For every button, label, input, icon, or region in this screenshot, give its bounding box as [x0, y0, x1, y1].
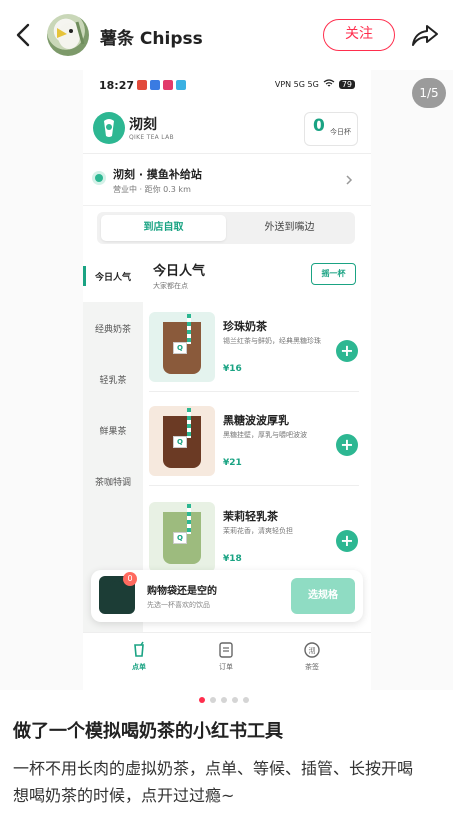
cup-count-label: 今日杯	[330, 128, 351, 136]
bottom-nav: 点单 订单 沏 茶签	[83, 632, 371, 690]
category-item[interactable]: 今日人气	[83, 270, 143, 283]
product-card[interactable]: Q 珍珠奶茶 锡兰红茶与鲜奶，经典黑糖珍珠 ¥16 +	[149, 312, 359, 392]
chevron-right-icon	[345, 174, 353, 189]
product-name: 茉莉轻乳茶	[223, 510, 278, 523]
add-icon[interactable]: +	[336, 340, 358, 362]
cart-count-badge: 0	[123, 572, 137, 586]
product-price: ¥18	[223, 554, 242, 564]
order-mode-tabs: 到店自取 外送到嘴边	[97, 212, 355, 244]
category-item[interactable]: 鲜果茶	[83, 424, 143, 437]
cart-title: 购物袋还是空的	[147, 586, 217, 597]
category-item[interactable]: 轻乳茶	[83, 373, 143, 386]
post-title: 做了一个模拟喝奶茶的小红书工具	[13, 721, 283, 742]
carousel-dot[interactable]	[232, 697, 238, 703]
category-item[interactable]: 经典奶茶	[83, 322, 143, 335]
milk-tea-image: Q	[149, 312, 215, 382]
milk-tea-image: Q	[149, 406, 215, 476]
product-name: 珍珠奶茶	[223, 320, 267, 333]
cup-logo-icon: Q	[173, 436, 187, 448]
select-spec-button[interactable]: 选规格	[291, 578, 355, 614]
cart-subtitle: 先选一杯喜欢的饮品	[147, 601, 210, 609]
image-counter: 1/5	[412, 78, 446, 108]
app-notification-icon	[150, 80, 160, 90]
nav-label: 茶签	[305, 663, 319, 671]
store-selector[interactable]: 沏刻 · 摸鱼补给站 营业中 · 距你 0.3 km	[83, 156, 371, 206]
status-time: 18:27	[99, 79, 135, 92]
wifi-icon	[323, 79, 335, 90]
carousel-dot[interactable]	[210, 697, 216, 703]
straw-graphic	[187, 314, 191, 344]
product-name: 黑糖波波厚乳	[223, 414, 289, 427]
section-subtitle: 大家都在点	[153, 282, 188, 290]
nav-label: 点单	[132, 663, 146, 671]
product-desc: 黑糖挂壁，厚乳与嚼吧波波	[223, 431, 307, 439]
follow-button[interactable]: 关注	[323, 19, 395, 51]
app-notification-icon	[163, 80, 173, 90]
nav-orders[interactable]: 订单	[196, 641, 256, 672]
product-card[interactable]: Q 黑糖波波厚乳 黑糖挂壁，厚乳与嚼吧波波 ¥21 +	[149, 406, 359, 486]
brand-subtitle: QIKE TEA LAB	[129, 134, 174, 141]
store-meta: 营业中 · 距你 0.3 km	[113, 185, 191, 194]
product-price: ¥21	[223, 458, 242, 468]
add-icon[interactable]: +	[336, 434, 358, 456]
svg-text:沏: 沏	[309, 647, 316, 655]
phone-screenshot: 18:27 VPN 5G 5G 79 沏刻 QIKE TEA LAB 0 今日杯…	[83, 70, 371, 690]
top-bar: 薯条 Chipss 关注	[0, 0, 453, 70]
post-body-line: 想喝奶茶的时候，点开过过瘾~	[13, 786, 235, 805]
today-cup-counter[interactable]: 0 今日杯	[304, 112, 358, 146]
cart-bar[interactable]: 0 购物袋还是空的 先选一杯喜欢的饮品 选规格	[91, 570, 363, 622]
tab-delivery[interactable]: 外送到嘴边	[227, 215, 352, 241]
add-icon[interactable]: +	[336, 530, 358, 552]
section-title: 今日人气	[153, 264, 206, 279]
carousel-dots	[199, 697, 249, 703]
tea-tag-icon: 沏	[303, 641, 321, 659]
brand-name: 沏刻	[129, 117, 157, 133]
straw-graphic	[187, 504, 191, 534]
nav-label: 订单	[219, 663, 233, 671]
app-notification-icon	[137, 80, 147, 90]
post-body: 一杯不用长肉的虚拟奶茶，点单、等候、插管、长按开喝 想喝奶茶的时候，点开过过瘾~	[13, 755, 443, 809]
carousel-dot[interactable]	[221, 697, 227, 703]
product-price: ¥16	[223, 364, 242, 374]
store-status-dot	[95, 174, 103, 182]
straw-graphic	[187, 408, 191, 438]
nav-order[interactable]: 点单	[109, 641, 169, 672]
carousel-dot[interactable]	[199, 697, 205, 703]
store-name: 沏刻 · 摸鱼补给站	[113, 168, 202, 181]
nav-tea-tags[interactable]: 沏 茶签	[282, 641, 342, 672]
category-item[interactable]: 茶咖特调	[83, 475, 143, 488]
product-desc: 锡兰红茶与鲜奶，经典黑糖珍珠	[223, 337, 321, 345]
post-image[interactable]: 18:27 VPN 5G 5G 79 沏刻 QIKE TEA LAB 0 今日杯…	[0, 70, 453, 690]
share-icon[interactable]	[410, 20, 440, 50]
tab-pickup[interactable]: 到店自取	[101, 215, 226, 241]
cup-icon	[130, 641, 148, 659]
milk-tea-image: Q	[149, 502, 215, 572]
shake-button[interactable]: 摇一杯	[311, 263, 356, 285]
app-notification-icon	[176, 80, 186, 90]
status-app-icons	[137, 80, 186, 90]
cup-logo-icon: Q	[173, 532, 187, 544]
status-bar: 18:27 VPN 5G 5G 79	[83, 70, 371, 102]
back-icon[interactable]	[10, 20, 36, 50]
network-label: VPN 5G 5G	[274, 80, 319, 89]
brand-bar: 沏刻 QIKE TEA LAB 0 今日杯	[83, 102, 371, 154]
receipt-icon	[217, 641, 235, 659]
product-desc: 茉莉花香，清爽轻负担	[223, 527, 293, 535]
cup-logo-icon: Q	[173, 342, 187, 354]
username[interactable]: 薯条 Chipss	[100, 24, 203, 49]
battery-level: 79	[338, 80, 355, 89]
post-body-line: 一杯不用长肉的虚拟奶茶，点单、等候、插管、长按开喝	[13, 759, 414, 778]
brand-logo-icon	[93, 112, 125, 144]
cup-count-number: 0	[313, 116, 325, 136]
avatar[interactable]	[47, 14, 89, 56]
status-indicators: VPN 5G 5G 79	[275, 79, 355, 90]
carousel-dot[interactable]	[243, 697, 249, 703]
